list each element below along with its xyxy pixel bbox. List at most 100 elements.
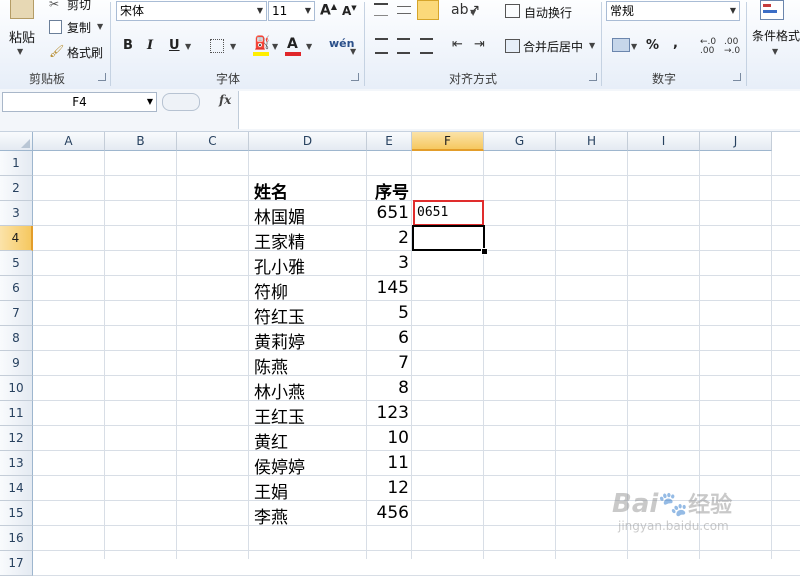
comma-button[interactable]: ,	[673, 36, 678, 51]
number-launcher-icon[interactable]	[733, 73, 741, 81]
increase-indent-icon[interactable]: ⇥	[474, 37, 485, 52]
clipboard-launcher-icon[interactable]	[98, 73, 106, 81]
chevron-down-icon[interactable]: ▼	[305, 2, 311, 20]
row-header-5[interactable]: 5	[0, 251, 33, 276]
cell-e11[interactable]: 123	[367, 403, 409, 423]
column-header-c[interactable]: C	[177, 132, 249, 151]
chevron-down-icon[interactable]: ▼	[730, 2, 736, 20]
wrap-text-button[interactable]: 自动换行	[524, 4, 572, 21]
row-header-9[interactable]: 9	[0, 351, 33, 376]
copy-dropdown-icon[interactable]: ▼	[97, 22, 103, 31]
row-header-16[interactable]: 16	[0, 526, 33, 551]
cell-d13[interactable]: 侯婷婷	[254, 453, 305, 478]
align-bottom-icon[interactable]	[417, 0, 439, 20]
merge-center-button[interactable]: 合并后居中	[523, 38, 583, 55]
cell-e12[interactable]: 10	[367, 428, 409, 448]
cell-d9[interactable]: 陈燕	[254, 353, 288, 378]
align-center-icon[interactable]	[397, 38, 410, 54]
bold-button[interactable]: B	[123, 38, 133, 53]
cell-e7[interactable]: 5	[367, 303, 409, 323]
name-box[interactable]: F4 ▼	[2, 92, 157, 112]
active-cell-f4[interactable]	[412, 225, 485, 251]
row-header-17[interactable]: 17	[0, 551, 33, 576]
font-color-icon[interactable]: A	[287, 36, 298, 52]
phonetic-dropdown-icon[interactable]: ▼	[350, 47, 356, 56]
font-size-combo[interactable]: 11 ▼	[268, 1, 315, 21]
cell-f3-highlight[interactable]: 0651	[413, 200, 484, 226]
column-header-a[interactable]: A	[33, 132, 105, 151]
cell-d3[interactable]: 林国媚	[254, 203, 305, 228]
insert-function-button[interactable]: fx	[219, 93, 231, 107]
conditional-format-button[interactable]: 条件格式	[752, 27, 800, 44]
underline-button[interactable]: U	[169, 38, 180, 53]
decrease-decimal-icon[interactable]: .00 →.0	[724, 38, 740, 56]
cell-e3[interactable]: 651	[367, 203, 409, 223]
column-header-i[interactable]: I	[628, 132, 700, 151]
fill-handle[interactable]	[481, 248, 488, 255]
cell-d11[interactable]: 王红玉	[254, 403, 305, 428]
font-color-dropdown-icon[interactable]: ▼	[306, 42, 312, 51]
row-header-12[interactable]: 12	[0, 426, 33, 451]
cell-e4[interactable]: 2	[367, 228, 409, 248]
border-dropdown-icon[interactable]: ▼	[230, 42, 236, 51]
increase-decimal-icon[interactable]: ←.0.00	[700, 38, 716, 56]
merge-dropdown-icon[interactable]: ▼	[589, 41, 595, 50]
cell-d5[interactable]: 孔小雅	[254, 253, 305, 278]
cell-d14[interactable]: 王娟	[254, 478, 288, 503]
column-header-h[interactable]: H	[556, 132, 628, 151]
formula-bar-resize-handle[interactable]	[162, 93, 200, 111]
cell-e6[interactable]: 145	[367, 278, 409, 298]
column-header-d[interactable]: D	[249, 132, 367, 151]
border-icon[interactable]	[210, 39, 224, 53]
currency-icon[interactable]	[612, 38, 630, 52]
align-middle-icon[interactable]	[397, 6, 411, 14]
cell-e5[interactable]: 3	[367, 253, 409, 273]
row-header-15[interactable]: 15	[0, 501, 33, 526]
cell-e2[interactable]: 序号	[367, 178, 409, 203]
row-header-1[interactable]: 1	[0, 151, 33, 176]
chevron-down-icon[interactable]: ▼	[257, 2, 263, 20]
select-all-button[interactable]	[0, 132, 33, 151]
row-header-13[interactable]: 13	[0, 451, 33, 476]
orientation-dropdown-icon[interactable]: ▼	[470, 8, 476, 17]
cell-d4[interactable]: 王家精	[254, 228, 305, 253]
cell-d6[interactable]: 符柳	[254, 278, 288, 303]
column-header-b[interactable]: B	[105, 132, 177, 151]
cell-e15[interactable]: 456	[367, 503, 409, 523]
cell-d10[interactable]: 林小燕	[254, 378, 305, 403]
cut-button[interactable]: 剪切	[67, 0, 91, 13]
row-header-11[interactable]: 11	[0, 401, 33, 426]
format-painter-button[interactable]: 格式刷	[67, 44, 103, 61]
conditional-dropdown-icon[interactable]: ▼	[772, 47, 778, 56]
formula-input[interactable]	[238, 91, 800, 129]
copy-button[interactable]: 复制	[67, 19, 91, 36]
cell-e14[interactable]: 12	[367, 478, 409, 498]
row-header-14[interactable]: 14	[0, 476, 33, 501]
row-header-6[interactable]: 6	[0, 276, 33, 301]
column-header-f[interactable]: F	[412, 132, 484, 151]
alignment-launcher-icon[interactable]	[589, 73, 597, 81]
row-header-7[interactable]: 7	[0, 301, 33, 326]
grow-font-icon[interactable]: A▲	[320, 2, 337, 19]
align-left-icon[interactable]	[375, 38, 388, 54]
align-right-icon[interactable]	[420, 38, 433, 54]
decrease-indent-icon[interactable]: ⇤	[452, 37, 463, 52]
cell-e8[interactable]: 6	[367, 328, 409, 348]
underline-dropdown-icon[interactable]: ▼	[185, 42, 191, 51]
row-header-2[interactable]: 2	[0, 176, 33, 201]
row-header-4[interactable]: 4	[0, 226, 33, 251]
cell-d15[interactable]: 李燕	[254, 503, 288, 528]
row-header-8[interactable]: 8	[0, 326, 33, 351]
number-format-combo[interactable]: 常规 ▼	[606, 1, 740, 21]
italic-button[interactable]: I	[147, 38, 153, 53]
cell-d12[interactable]: 黄红	[254, 428, 288, 453]
column-header-j[interactable]: J	[700, 132, 772, 151]
row-header-10[interactable]: 10	[0, 376, 33, 401]
cell-e9[interactable]: 7	[367, 353, 409, 373]
cell-d8[interactable]: 黄莉婷	[254, 328, 305, 353]
chevron-down-icon[interactable]: ▼	[147, 93, 153, 111]
cell-d2[interactable]: 姓名	[254, 178, 288, 203]
cell-e13[interactable]: 11	[367, 453, 409, 473]
align-top-icon[interactable]	[374, 3, 388, 16]
fill-color-icon[interactable]: ⛽	[254, 36, 270, 51]
